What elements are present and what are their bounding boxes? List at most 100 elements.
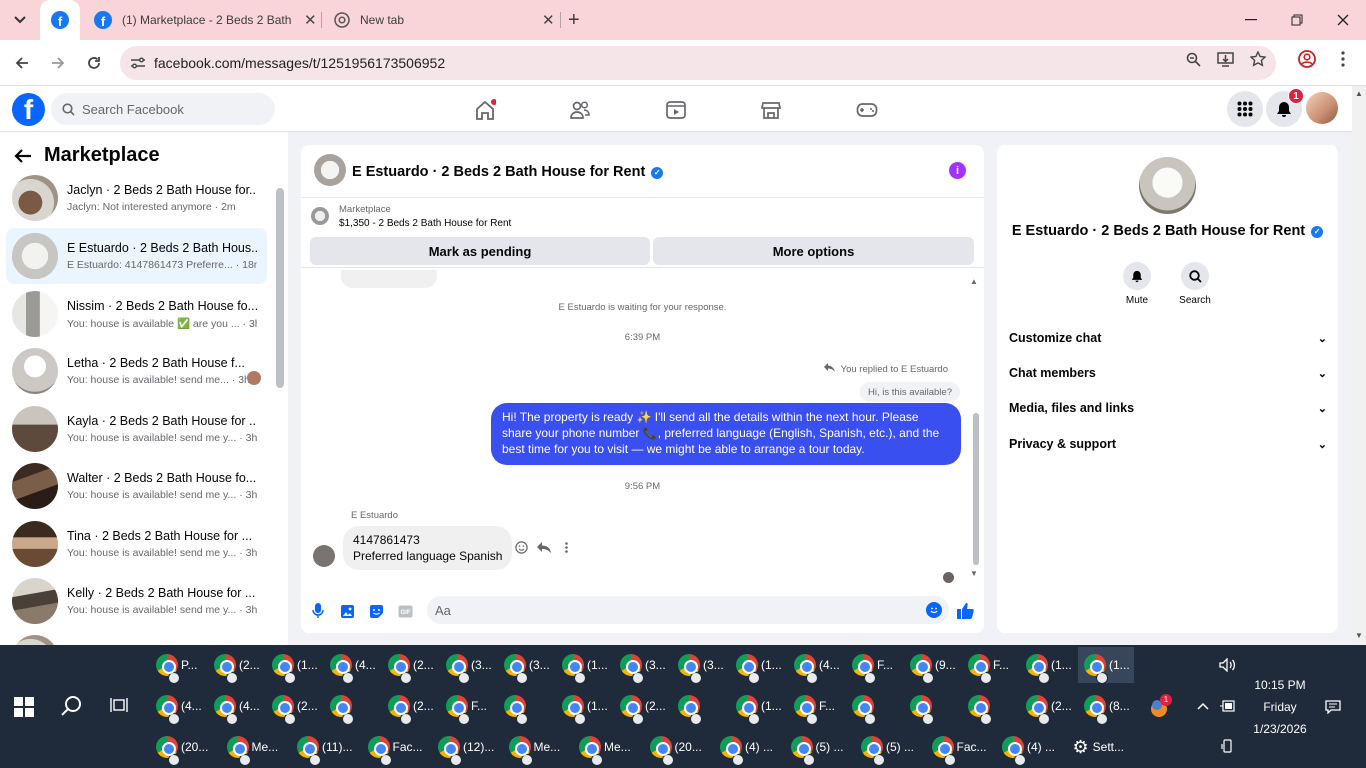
browser-menu-button[interactable] — [1332, 48, 1354, 70]
tab-marketplace[interactable]: f (1) Marketplace - 2 Beds 2 Bath ✕ — [80, 0, 320, 40]
conversation-item[interactable]: Nissim · 2 Beds 2 Bath House fo... You: h… — [6, 286, 267, 342]
taskbar-app-button[interactable]: (4... — [324, 647, 380, 684]
taskbar-app-button[interactable]: (3... — [440, 647, 496, 684]
taskbar-app-button[interactable]: (12)... — [432, 729, 501, 766]
taskbar-app-button[interactable]: (1... — [1078, 647, 1134, 684]
taskbar-app-button[interactable]: F... — [962, 647, 1018, 684]
scroll-up-arrow[interactable]: ▲ — [1355, 89, 1363, 98]
taskbar-app-button[interactable]: (2... — [382, 647, 438, 684]
taskbar-app-button[interactable] — [324, 688, 380, 725]
install-app-button[interactable] — [1214, 48, 1236, 70]
taskbar-app-button[interactable]: F... — [440, 688, 496, 725]
show-hidden-icons-button[interactable] — [1197, 699, 1209, 713]
sidebar-scrollbar[interactable] — [276, 188, 284, 388]
taskbar-app-button[interactable]: (2... — [382, 688, 438, 725]
conversation-item[interactable]: Kelly · 2 Beds 2 Bath House for ... You: … — [6, 573, 267, 629]
conversation-item[interactable]: Letha · 2 Beds 2 Bath House f... You: hou… — [6, 343, 267, 399]
taskbar-app-button[interactable]: (4) ... — [996, 729, 1065, 766]
facebook-logo[interactable]: f — [12, 93, 45, 126]
tab-new-tab[interactable]: New tab ✕ — [320, 0, 560, 40]
clock-date[interactable]: 1/23/2026 — [1248, 722, 1312, 736]
media-files-links-section[interactable]: Media, files and links ⌄ — [1009, 401, 1327, 415]
taskbar-app-button[interactable]: Fac... — [926, 729, 995, 766]
page-scrollbar[interactable]: ▲ ▼ — [1352, 86, 1366, 645]
voice-clip-button[interactable] — [308, 601, 328, 621]
like-button[interactable] — [955, 601, 975, 621]
taskbar-app-button[interactable]: (1... — [556, 647, 612, 684]
start-button[interactable] — [14, 697, 34, 717]
taskbar-app-button[interactable]: (1... — [266, 647, 322, 684]
nav-marketplace[interactable] — [759, 98, 783, 122]
chat-scrollbar[interactable] — [973, 413, 979, 565]
nav-friends[interactable] — [568, 98, 592, 122]
omnibox[interactable]: facebook.com/messages/t/1251956173506952 — [120, 46, 1276, 80]
conversation-item-active[interactable]: E Estuardo · 2 Beds 2 Bath Hous... E Estu… — [6, 228, 267, 284]
incoming-message[interactable]: 4147861473 Preferred language Spanish — [343, 526, 513, 571]
nav-gaming[interactable] — [855, 98, 879, 122]
taskbar-app-button[interactable]: (1... — [730, 688, 786, 725]
sender-avatar[interactable] — [313, 545, 335, 567]
phone-link-icon[interactable] — [1221, 739, 1233, 756]
taskbar-app-button[interactable]: (9... — [904, 647, 960, 684]
chat-members-section[interactable]: Chat members ⌄ — [1009, 366, 1327, 380]
bookmark-button[interactable] — [1247, 48, 1269, 70]
attach-photo-button[interactable] — [337, 601, 357, 621]
more-options-button[interactable]: More options — [653, 237, 974, 265]
gif-button[interactable]: GIF — [395, 601, 415, 621]
task-view-button[interactable] — [110, 697, 128, 718]
facebook-search-input[interactable]: Search Facebook — [51, 93, 275, 125]
taskbar-app-button[interactable] — [672, 688, 728, 725]
listing-title[interactable]: $1,350 - 2 Beds 2 Bath House for Rent — [339, 218, 511, 229]
listing-avatar[interactable] — [1139, 157, 1196, 214]
zoom-button[interactable] — [1182, 48, 1204, 70]
taskbar-app-button[interactable]: Fac... — [362, 729, 431, 766]
minimize-button[interactable] — [1228, 0, 1274, 40]
clock-day[interactable]: Friday — [1252, 700, 1308, 714]
taskbar-app-button[interactable]: F... — [846, 647, 902, 684]
scroll-up-arrow[interactable]: ▲ — [970, 277, 978, 286]
more-actions-button[interactable] — [557, 538, 575, 556]
outgoing-message[interactable]: Hi! The property is ready ✨ I'll send al… — [491, 403, 961, 465]
pinned-tab-facebook[interactable]: f — [40, 0, 80, 40]
taskbar-app-button[interactable] — [846, 688, 902, 725]
account-avatar[interactable] — [1306, 92, 1338, 124]
react-button[interactable] — [512, 538, 530, 556]
taskbar-app-button[interactable]: (5) ... — [855, 729, 924, 766]
taskbar-app-button[interactable]: (1... — [556, 688, 612, 725]
mark-as-pending-button[interactable]: Mark as pending — [310, 237, 650, 265]
message-input[interactable]: Aa — [427, 596, 949, 624]
profile-button[interactable] — [1296, 48, 1318, 70]
taskbar-app-button[interactable] — [498, 688, 554, 725]
conversation-item[interactable]: Walter · 2 Beds 2 Bath House fo... You: h… — [6, 458, 267, 514]
taskbar-app-button[interactable]: Me... — [503, 729, 572, 766]
taskbar-search-button[interactable] — [60, 695, 82, 723]
taskbar-app-button[interactable]: (2... — [1020, 688, 1076, 725]
restore-button[interactable] — [1274, 0, 1320, 40]
tab-close-button[interactable]: ✕ — [304, 11, 317, 29]
reload-button[interactable] — [81, 50, 107, 76]
taskbar-app-button[interactable]: (4... — [788, 647, 844, 684]
chat-title[interactable]: E Estuardo · 2 Beds 2 Bath House for Ren… — [352, 164, 645, 180]
taskbar-app-button[interactable]: (2... — [614, 688, 670, 725]
reply-button[interactable] — [535, 538, 553, 556]
taskbar-app-button[interactable]: P... — [150, 647, 206, 684]
scroll-down-arrow[interactable]: ▼ — [970, 569, 978, 578]
quoted-message[interactable]: Hi, is this available? — [860, 382, 960, 402]
menu-button[interactable] — [1227, 91, 1263, 127]
taskbar-app-button[interactable]: (20... — [644, 729, 713, 766]
close-window-button[interactable] — [1320, 0, 1366, 40]
taskbar-app-button[interactable]: (1... — [730, 647, 786, 684]
taskbar-app-button[interactable]: (4... — [208, 688, 264, 725]
battery-icon[interactable] — [1220, 700, 1236, 715]
chat-avatar[interactable] — [314, 154, 346, 186]
taskbar-app-button[interactable]: (2... — [266, 688, 322, 725]
back-arrow-icon[interactable] — [14, 148, 32, 164]
search-in-chat-button[interactable]: Search — [1165, 262, 1225, 306]
clock-time[interactable]: 10:15 PM — [1252, 678, 1308, 692]
taskbar-app-button[interactable] — [962, 688, 1018, 725]
taskbar-app-button[interactable]: (4) ... — [714, 729, 783, 766]
taskbar-app-button[interactable]: (3... — [614, 647, 670, 684]
taskbar-app-button[interactable]: Me... — [573, 729, 642, 766]
nav-video[interactable] — [664, 98, 688, 122]
taskbar-app-button[interactable]: (2... — [208, 647, 264, 684]
